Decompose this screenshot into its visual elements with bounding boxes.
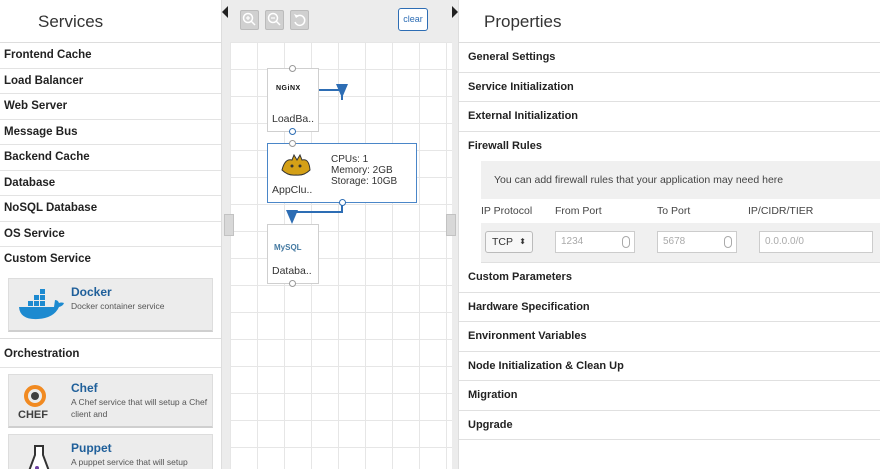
to-port-value: 5678 xyxy=(663,236,686,247)
docker-card-name: Docker xyxy=(71,284,112,299)
section-firewall-rules[interactable]: Firewall Rules xyxy=(459,132,880,162)
node-port-top[interactable] xyxy=(289,65,296,72)
node-port-bottom[interactable] xyxy=(339,199,346,206)
firewall-headers: IP Protocol From Port To Port IP/CIDR/TI… xyxy=(459,199,880,223)
clear-button[interactable]: clear xyxy=(398,8,428,31)
zoom-in-button[interactable] xyxy=(240,10,259,30)
service-custom-service[interactable]: Custom Service xyxy=(0,247,221,273)
app-root: Services Frontend Cache Load Balancer We… xyxy=(0,0,880,469)
header-to-port: To Port xyxy=(657,205,691,217)
chef-card[interactable]: CHEF Chef A Chef service that will setup… xyxy=(8,373,213,428)
chef-card-name: Chef xyxy=(71,380,98,395)
section-hardware-specification[interactable]: Hardware Specification xyxy=(459,293,880,322)
chef-card-desc: A Chef service that will setup a Chef cl… xyxy=(71,396,208,419)
puppet-icon xyxy=(16,443,66,469)
canvas-grid[interactable]: NGiNX LoadBa.. AppClu.. CPUs: 1 Memory: … xyxy=(230,42,452,469)
select-arrows-icon: ⬍ xyxy=(519,237,526,246)
node-memory: Memory: 2GB xyxy=(331,165,393,176)
to-port-input[interactable]: 5678 xyxy=(657,231,737,253)
left-resize-handle[interactable] xyxy=(224,214,234,236)
section-node-initialization[interactable]: Node Initialization & Clean Up xyxy=(459,352,880,381)
header-ip-cidr-tier: IP/CIDR/TIER xyxy=(748,205,814,217)
zoom-in-icon xyxy=(242,12,256,26)
node-port-bottom[interactable] xyxy=(289,128,296,135)
services-title: Services xyxy=(0,0,221,43)
node-label: Databa.. xyxy=(272,265,312,277)
node-cpus: CPUs: 1 xyxy=(331,154,369,165)
orchestration-header[interactable]: Orchestration xyxy=(0,337,221,368)
firewall-info: You can add firewall rules that your app… xyxy=(481,161,880,199)
protocol-value: TCP xyxy=(492,236,513,248)
from-port-value: 1234 xyxy=(561,236,584,247)
connector-lines xyxy=(286,84,348,224)
cidr-input[interactable]: 0.0.0.0/0 xyxy=(759,231,873,253)
section-custom-parameters[interactable]: Custom Parameters xyxy=(459,263,880,293)
service-database[interactable]: Database xyxy=(0,171,221,196)
firewall-rule-row: TCP ⬍ 1234 5678 0.0.0.0/0 xyxy=(481,223,880,263)
service-backend-cache[interactable]: Backend Cache xyxy=(0,145,221,171)
node-port-bottom[interactable] xyxy=(289,280,296,287)
header-from-port: From Port xyxy=(555,205,602,217)
app-cluster-node[interactable]: AppClu.. CPUs: 1 Memory: 2GB Storage: 10… xyxy=(267,140,417,206)
puppet-card-desc: A puppet service that will setup Puppet … xyxy=(71,456,188,469)
canvas-panel: clear NGiNX LoadBa.. AppClu.. CPUs: 1 Me… xyxy=(222,0,458,469)
load-balancer-node[interactable]: NGiNX LoadBa.. xyxy=(267,65,319,135)
from-port-input[interactable]: 1234 xyxy=(555,231,635,253)
nginx-logo: NGiNX xyxy=(276,85,301,92)
tomcat-logo xyxy=(281,153,311,176)
section-general-settings[interactable]: General Settings xyxy=(459,43,880,73)
services-panel: Services Frontend Cache Load Balancer We… xyxy=(0,0,222,469)
svg-text:CHEF: CHEF xyxy=(18,409,48,421)
docker-card-desc: Docker container service xyxy=(71,300,165,311)
properties-title: Properties xyxy=(459,0,880,43)
undo-icon xyxy=(294,14,306,27)
reset-button[interactable] xyxy=(290,10,309,30)
zoom-out-icon xyxy=(267,12,281,26)
spinner-icon[interactable] xyxy=(622,236,630,248)
cidr-value: 0.0.0.0/0 xyxy=(765,236,804,247)
service-os-service[interactable]: OS Service xyxy=(0,222,221,247)
puppet-card-name: Puppet xyxy=(71,440,112,455)
docker-card[interactable]: Docker Docker container service xyxy=(8,277,213,332)
section-service-initialization[interactable]: Service Initialization xyxy=(459,73,880,102)
mysql-logo: MySQL xyxy=(274,243,302,252)
chef-icon: CHEF xyxy=(16,383,66,421)
spinner-icon[interactable] xyxy=(724,236,732,248)
service-web-server[interactable]: Web Server xyxy=(0,94,221,120)
section-upgrade[interactable]: Upgrade xyxy=(459,411,880,440)
right-resize-handle[interactable] xyxy=(446,214,456,236)
database-node[interactable]: MySQL Databa.. xyxy=(267,224,319,287)
node-label: AppClu.. xyxy=(272,184,313,196)
service-nosql-database[interactable]: NoSQL Database xyxy=(0,196,221,222)
properties-panel: Properties General Settings Service Init… xyxy=(458,0,880,469)
node-details: CPUs: 1 Memory: 2GB Storage: 10GB xyxy=(331,154,397,187)
section-external-initialization[interactable]: External Initialization xyxy=(459,102,880,132)
header-ip-protocol: IP Protocol xyxy=(481,205,533,217)
collapse-left-icon[interactable] xyxy=(222,6,228,18)
zoom-out-button[interactable] xyxy=(265,10,284,30)
puppet-card[interactable]: Puppet A puppet service that will setup … xyxy=(8,433,213,469)
node-port-top[interactable] xyxy=(289,140,296,147)
protocol-select[interactable]: TCP ⬍ xyxy=(485,231,533,253)
docker-icon xyxy=(16,287,66,325)
node-label: LoadBa.. xyxy=(272,113,315,125)
service-frontend-cache[interactable]: Frontend Cache xyxy=(0,43,221,69)
node-storage: Storage: 10GB xyxy=(331,176,398,187)
service-message-bus[interactable]: Message Bus xyxy=(0,120,221,145)
section-environment-variables[interactable]: Environment Variables xyxy=(459,322,880,352)
service-load-balancer[interactable]: Load Balancer xyxy=(0,69,221,94)
section-migration[interactable]: Migration xyxy=(459,381,880,411)
canvas-toolbar: clear xyxy=(222,0,458,42)
